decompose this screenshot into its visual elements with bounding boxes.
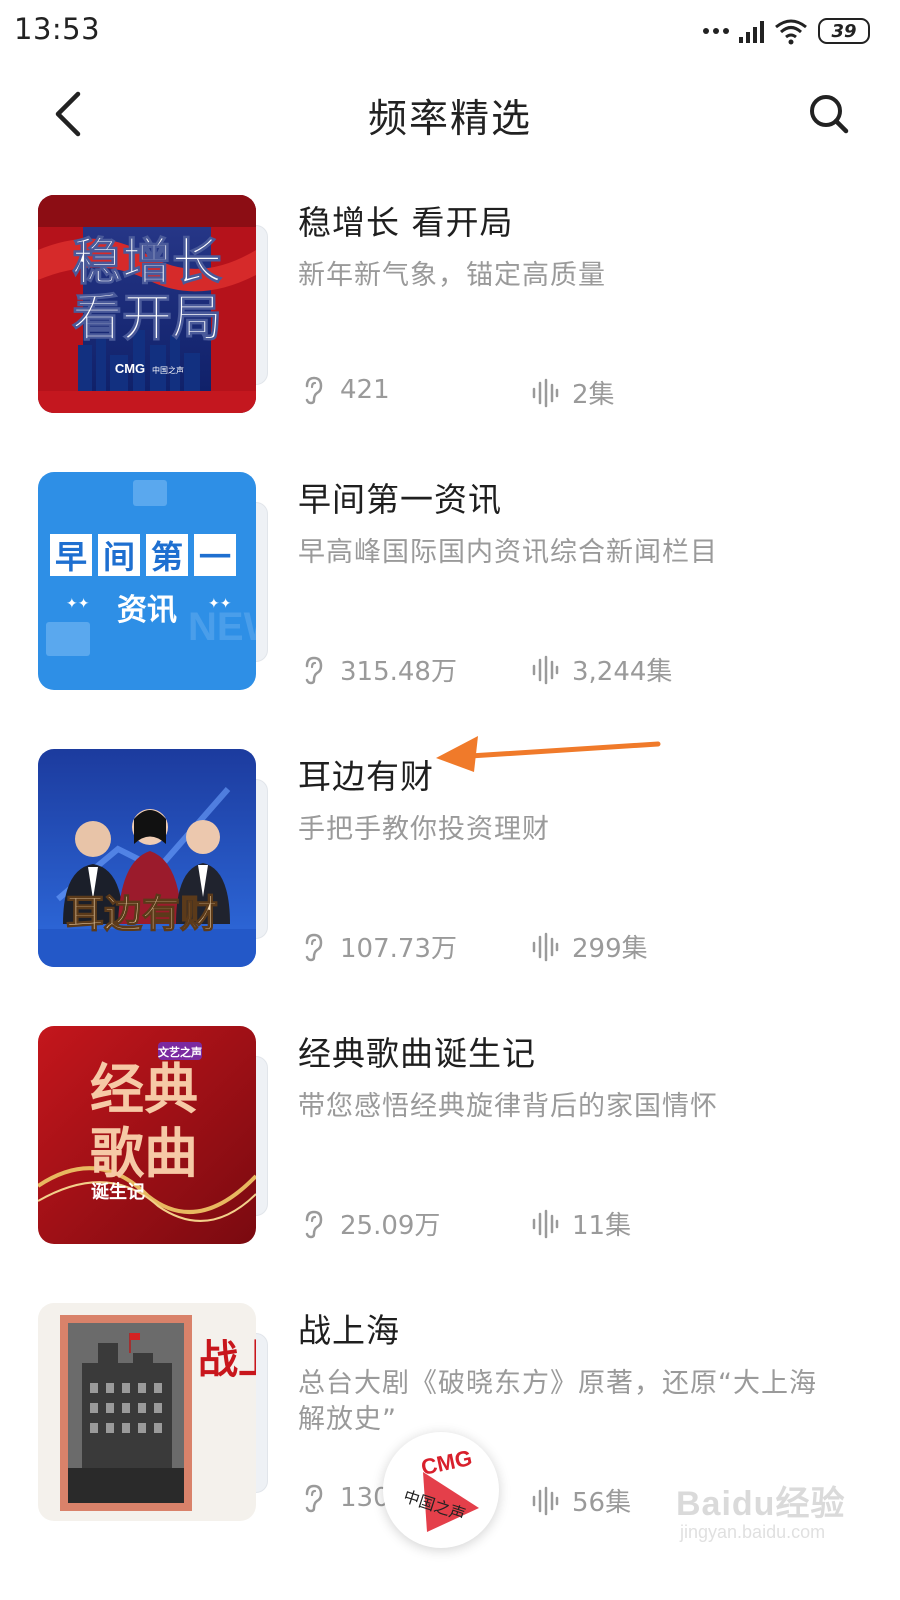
program-desc: 手把手教你投资理财 [298,814,550,845]
soundwave-icon [532,1209,559,1238]
cover-text: 耳边有财 [66,892,218,936]
annotation-arrow-icon [436,736,661,772]
ear-icon [305,1484,323,1513]
soundwave-icon [532,655,559,684]
play-count: 107.73万 [298,928,457,965]
watermark-url: jingyan.baidu.com [680,1522,826,1542]
search-icon [810,95,849,134]
program-cover: 耳边有财 [38,749,256,967]
program-list: 稳增长 看开局 CMG 中国之声 稳增长 看开局 新年新气象，锚定高质量 421… [0,190,900,1575]
play-count-value: 107.73万 [340,934,457,964]
cover-char: 一 [199,538,231,576]
svg-text:✦✦: ✦✦ [208,596,232,612]
episode-count-value: 11集 [572,1211,632,1241]
cover-text: 资讯 [117,593,177,628]
episode-count: 2集 [530,374,615,411]
signal-icon [739,19,764,43]
mini-player-button[interactable]: CMG 中国之声 [383,1432,499,1548]
cover-stack: 稳增长 看开局 CMG 中国之声 [38,195,270,413]
watermark: Baidu经验 jingyan.baidu.com [676,1476,856,1546]
ear-icon [305,1210,323,1238]
episode-count: 56集 [530,1482,631,1519]
cover-stack: 战上海 [38,1303,270,1521]
play-count: 315.48万 [298,651,457,688]
cover-text: 经典 [90,1058,198,1121]
play-icon [423,1472,479,1532]
program-desc: 总台大剧《破晓东方》原著，还原“大上海解放史” [298,1368,817,1435]
more-dots-icon [703,28,729,34]
cover-logo: CMG [115,361,145,376]
program-cover: 战上海 [38,1303,256,1521]
status-time: 13:53 [14,12,101,46]
ear-icon [305,933,323,961]
cover-text: 诞生记 [91,1181,145,1203]
cover-char: 早 [55,538,87,576]
cover-stack: 文艺之声 经典 歌曲 诞生记 [38,1026,270,1244]
program-cover: 稳增长 看开局 CMG 中国之声 [38,195,256,413]
play-count: 25.09万 [298,1205,440,1242]
program-cover: 文艺之声 经典 歌曲 诞生记 [38,1026,256,1244]
program-item[interactable]: 稳增长 看开局 CMG 中国之声 稳增长 看开局 新年新气象，锚定高质量 421… [0,190,900,467]
program-desc: 早高峰国际国内资讯综合新闻栏目 [298,537,718,568]
status-icons: 39 [703,14,870,48]
cover-logo-sub: 中国之声 [152,365,184,375]
ear-icon [305,376,323,405]
episode-count-value: 56集 [572,1488,632,1518]
program-cover: NEWS 早 间 第 一 资讯 ✦✦ ✦✦ [38,472,256,690]
program-item[interactable]: 耳边有财 耳边有财 手把手教你投资理财 107.73万 299集 [0,744,900,1021]
program-title: 耳边有财 [298,757,434,796]
app-header: 频率精选 [0,70,900,160]
episode-count: 299集 [530,928,648,965]
cover-text: 战上海 [198,1336,256,1383]
program-title: 经典歌曲诞生记 [298,1034,536,1073]
episode-count: 3,244集 [530,651,672,688]
cover-char: 间 [103,538,135,576]
episode-count: 11集 [530,1205,631,1242]
program-title: 稳增长 看开局 [298,203,514,242]
program-desc: 带您感悟经典旋律背后的家国情怀 [298,1091,718,1122]
page-title: 频率精选 [367,97,532,142]
soundwave-icon [532,932,559,961]
battery-indicator: 39 [818,18,870,44]
search-button[interactable] [803,88,855,140]
ear-icon [305,656,323,684]
program-item[interactable]: NEWS 早 间 第 一 资讯 ✦✦ ✦✦ 早 [0,467,900,744]
play-count-value: 315.48万 [340,657,457,687]
program-desc: 新年新气象，锚定高质量 [298,260,606,291]
play-count-value: 25.09万 [340,1211,441,1241]
program-title: 战上海 [298,1311,400,1350]
cover-badge: 文艺之声 [158,1045,202,1059]
play-count: 130 [298,1482,390,1514]
cover-text: 歌曲 [90,1122,198,1185]
wifi-icon [775,19,807,45]
episode-count-value: 299集 [572,934,648,964]
cover-stack: NEWS 早 间 第 一 资讯 ✦✦ ✦✦ [38,472,270,690]
soundwave-icon [532,1486,559,1515]
play-count-value: 421 [340,375,390,405]
cover-text: 稳增长 [72,233,222,291]
watermark-logo: Baidu经验 [676,1485,846,1523]
play-count: 421 [298,374,390,406]
episode-count-value: 3,244集 [572,657,673,687]
program-title: 早间第一资讯 [298,480,502,519]
episode-count-value: 2集 [572,380,615,410]
cover-text: 看开局 [72,289,222,347]
cover-stack: 耳边有财 [38,749,270,967]
soundwave-icon [532,378,559,407]
cover-char: 第 [151,538,183,576]
program-item[interactable]: 文艺之声 经典 歌曲 诞生记 经典歌曲诞生记 带您感悟经典旋律背后的家国情怀 2… [0,1021,900,1298]
svg-text:✦✦: ✦✦ [66,596,90,612]
status-bar: 13:53 39 [0,0,900,62]
